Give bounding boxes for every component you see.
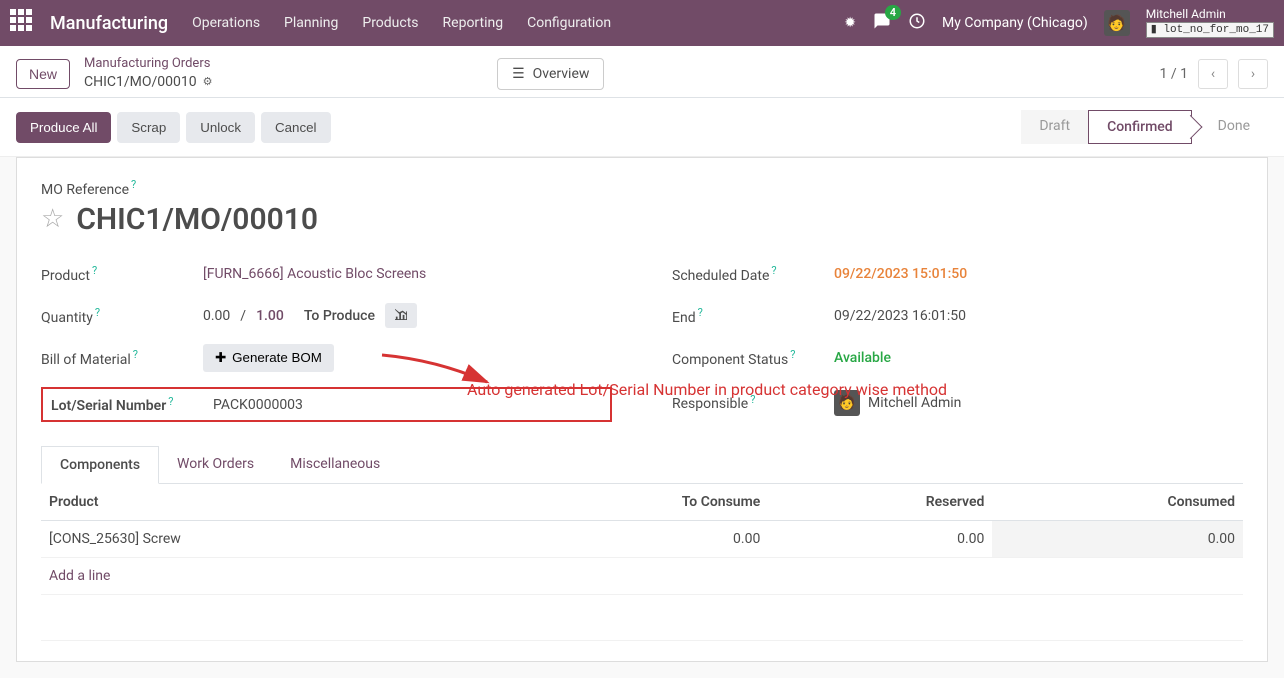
user-name[interactable]: Mitchell Admin bbox=[1146, 8, 1274, 21]
help-icon[interactable]: ? bbox=[95, 306, 100, 319]
scheduled-date-value[interactable]: 09/22/2023 15:01:50 bbox=[834, 266, 967, 282]
plus-icon: ✚ bbox=[215, 350, 226, 366]
forecast-button[interactable] bbox=[385, 303, 417, 328]
annotation-text: Auto generated Lot/Serial Number in prod… bbox=[467, 380, 947, 399]
scheduled-date-label: Scheduled Date bbox=[672, 268, 769, 284]
cell-consumed[interactable]: 0.00 bbox=[992, 521, 1243, 558]
mo-reference-label: MO Reference bbox=[41, 182, 129, 198]
menu-reporting[interactable]: Reporting bbox=[443, 15, 504, 31]
component-status-label: Component Status bbox=[672, 352, 788, 368]
app-brand[interactable]: Manufacturing bbox=[50, 13, 168, 34]
tab-miscellaneous[interactable]: Miscellaneous bbox=[272, 446, 398, 483]
tab-components[interactable]: Components bbox=[41, 446, 159, 484]
breadcrumb-parent[interactable]: Manufacturing Orders bbox=[84, 56, 213, 73]
db-tag: ▮ lot_no_for_mo_17 bbox=[1146, 22, 1274, 38]
help-icon[interactable]: ? bbox=[92, 264, 97, 277]
star-icon[interactable]: ☆ bbox=[41, 204, 64, 234]
main-menu: Operations Planning Products Reporting C… bbox=[192, 15, 844, 31]
pager-next[interactable]: › bbox=[1238, 59, 1268, 89]
new-button[interactable]: New bbox=[16, 59, 70, 89]
status-done[interactable]: Done bbox=[1192, 110, 1268, 144]
notif-badge: 4 bbox=[885, 5, 901, 20]
component-status-value: Available bbox=[834, 350, 891, 366]
product-label: Product bbox=[41, 268, 90, 284]
messaging-icon[interactable]: 4 bbox=[872, 12, 892, 34]
cell-product[interactable]: [CONS_25630] Screw bbox=[41, 521, 485, 558]
hamburger-icon: ☰ bbox=[512, 66, 525, 82]
apps-icon[interactable] bbox=[10, 9, 38, 37]
generate-bom-button[interactable]: ✚Generate BOM bbox=[203, 344, 334, 372]
qty-done[interactable]: 0.00 bbox=[203, 308, 230, 324]
end-value[interactable]: 09/22/2023 16:01:50 bbox=[834, 308, 966, 324]
help-icon[interactable]: ? bbox=[133, 348, 138, 361]
help-icon[interactable]: ? bbox=[168, 395, 173, 408]
quantity-label: Quantity bbox=[41, 310, 93, 326]
bom-label: Bill of Material bbox=[41, 352, 131, 368]
help-icon[interactable]: ? bbox=[771, 264, 776, 277]
form-sheet: MO Reference? ☆ CHIC1/MO/00010 Product? … bbox=[16, 157, 1268, 662]
cell-to-consume[interactable]: 0.00 bbox=[485, 521, 769, 558]
avatar[interactable]: 🧑 bbox=[1104, 10, 1130, 36]
menu-planning[interactable]: Planning bbox=[284, 15, 338, 31]
mo-reference-value: CHIC1/MO/00010 bbox=[76, 202, 318, 237]
components-table: Product To Consume Reserved Consumed [CO… bbox=[41, 484, 1243, 641]
help-icon[interactable]: ? bbox=[131, 178, 136, 191]
lot-serial-value[interactable]: PACK0000003 bbox=[213, 397, 303, 413]
debug-icon[interactable]: ✹ bbox=[844, 15, 856, 31]
product-link[interactable]: [FURN_6666] Acoustic Bloc Screens bbox=[203, 266, 426, 282]
produce-all-button[interactable]: Produce All bbox=[16, 112, 111, 143]
gear-icon[interactable]: ⚙ bbox=[203, 75, 213, 89]
menu-operations[interactable]: Operations bbox=[192, 15, 260, 31]
overview-button[interactable]: ☰ Overview bbox=[497, 58, 604, 90]
tab-work-orders[interactable]: Work Orders bbox=[159, 446, 272, 483]
action-bar: Produce All Scrap Unlock Cancel Draft Co… bbox=[0, 98, 1284, 157]
breadcrumb-current: CHIC1/MO/00010 bbox=[84, 73, 197, 91]
status-confirmed[interactable]: Confirmed bbox=[1088, 110, 1192, 144]
qty-total[interactable]: 1.00 bbox=[256, 308, 284, 324]
status-bar: Draft Confirmed Done bbox=[1021, 110, 1268, 144]
table-row[interactable]: [CONS_25630] Screw 0.00 0.00 0.00 bbox=[41, 521, 1243, 558]
pager-prev[interactable]: ‹ bbox=[1198, 59, 1228, 89]
col-reserved[interactable]: Reserved bbox=[768, 484, 992, 521]
lot-serial-label: Lot/Serial Number bbox=[51, 398, 166, 414]
to-produce-label: To Produce bbox=[304, 308, 375, 324]
cancel-button[interactable]: Cancel bbox=[261, 112, 331, 143]
pager-text: 1 / 1 bbox=[1160, 66, 1188, 82]
unlock-button[interactable]: Unlock bbox=[186, 112, 255, 143]
col-to-consume[interactable]: To Consume bbox=[485, 484, 769, 521]
help-icon[interactable]: ? bbox=[698, 306, 703, 319]
tab-bar: Components Work Orders Miscellaneous bbox=[41, 446, 1243, 484]
menu-products[interactable]: Products bbox=[362, 15, 418, 31]
col-consumed[interactable]: Consumed bbox=[992, 484, 1243, 521]
scrap-button[interactable]: Scrap bbox=[117, 112, 180, 143]
top-navbar: Manufacturing Operations Planning Produc… bbox=[0, 0, 1284, 46]
activity-icon[interactable] bbox=[908, 12, 926, 34]
help-icon[interactable]: ? bbox=[790, 348, 795, 361]
end-label: End bbox=[672, 310, 696, 326]
menu-configuration[interactable]: Configuration bbox=[527, 15, 611, 31]
breadcrumb-bar: New Manufacturing Orders CHIC1/MO/00010 … bbox=[0, 46, 1284, 98]
company-switcher[interactable]: My Company (Chicago) bbox=[942, 15, 1088, 31]
status-draft[interactable]: Draft bbox=[1021, 110, 1088, 144]
cell-reserved[interactable]: 0.00 bbox=[768, 521, 992, 558]
add-line-button[interactable]: Add a line bbox=[41, 558, 1243, 595]
col-product[interactable]: Product bbox=[41, 484, 485, 521]
qty-sep: / bbox=[240, 308, 246, 324]
